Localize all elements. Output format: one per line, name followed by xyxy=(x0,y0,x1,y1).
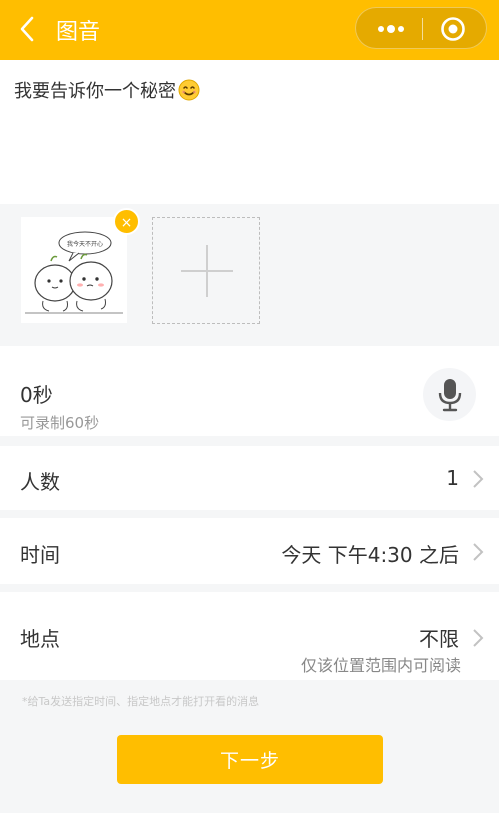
voice-duration: 0秒 xyxy=(20,383,53,407)
target-icon[interactable] xyxy=(440,16,466,42)
chevron-right-icon xyxy=(473,629,484,647)
message-area[interactable]: 我要告诉你一个秘密 xyxy=(0,60,499,204)
photo-thumbnail[interactable]: 我今天不开心 xyxy=(21,217,127,323)
back-icon[interactable] xyxy=(14,16,40,42)
record-voice-button[interactable] xyxy=(423,368,476,421)
time-value: 今天 下午4:30 之后 xyxy=(281,543,459,567)
thumbnail-caption: 我今天不开心 xyxy=(67,240,103,248)
top-bar: 图音 xyxy=(0,0,499,60)
capsule-divider xyxy=(422,18,423,40)
mini-program-capsule xyxy=(355,7,487,49)
time-label: 时间 xyxy=(20,543,60,567)
photo-section: 我今天不开心 × xyxy=(0,204,499,338)
place-row[interactable]: 地点 不限 仅该位置范围内可阅读 xyxy=(0,592,499,680)
place-value: 不限 xyxy=(419,627,459,651)
place-hint: 仅该位置范围内可阅读 xyxy=(300,656,461,675)
chevron-right-icon xyxy=(473,543,484,561)
people-label: 人数 xyxy=(20,470,60,494)
voice-card: 0秒 可录制60秒 xyxy=(0,346,499,436)
next-step-button[interactable]: 下一步 xyxy=(117,735,383,784)
remove-photo-button[interactable]: × xyxy=(113,208,140,235)
place-label: 地点 xyxy=(20,627,60,651)
people-row[interactable]: 人数 1 xyxy=(0,446,499,510)
page-title: 图音 xyxy=(56,20,101,45)
plus-icon-vertical xyxy=(206,245,208,297)
footnote: *给Ta发送指定时间、指定地点才能打开看的消息 xyxy=(22,695,260,708)
people-value: 1 xyxy=(446,466,459,490)
more-dots-icon[interactable] xyxy=(374,20,408,38)
chevron-right-icon xyxy=(473,470,484,488)
message-text: 我要告诉你一个秘密 xyxy=(14,77,200,103)
time-row[interactable]: 时间 今天 下午4:30 之后 xyxy=(0,518,499,584)
smile-emoji-icon xyxy=(178,79,200,101)
add-photo-button[interactable] xyxy=(152,217,260,324)
microphone-icon xyxy=(438,378,461,411)
voice-limit-hint: 可录制60秒 xyxy=(20,414,100,432)
message-content: 我要告诉你一个秘密 xyxy=(14,81,176,102)
